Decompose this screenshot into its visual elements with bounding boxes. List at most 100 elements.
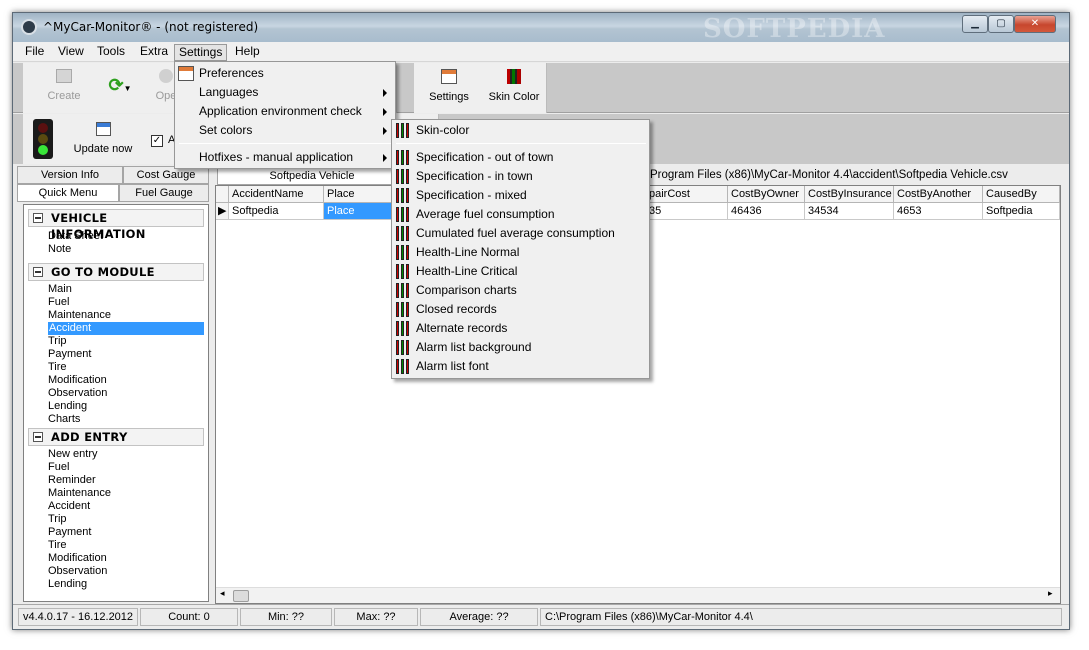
color-item[interactable]: Alarm list background <box>392 338 649 357</box>
nav-modification[interactable]: Modification <box>48 374 107 387</box>
tab-vehicle[interactable]: Softpedia Vehicle <box>217 167 407 185</box>
color-item[interactable]: Cumulated fuel average consumption <box>392 224 649 243</box>
tab-quick-menu[interactable]: Quick Menu <box>17 184 119 202</box>
menu-tools[interactable]: Tools <box>93 44 129 61</box>
column-header[interactable]: CostByInsurance <box>805 186 894 203</box>
menu-help[interactable]: Help <box>231 44 264 61</box>
color-item[interactable]: Alarm list font <box>392 357 649 376</box>
menu-item-set-colors[interactable]: Set colors <box>175 121 395 140</box>
add-tire[interactable]: Tire <box>48 539 67 552</box>
open-icon <box>159 69 173 83</box>
menu-settings[interactable]: Settings <box>174 44 228 61</box>
menu-extra[interactable]: Extra <box>136 44 172 61</box>
table-cell[interactable]: Softpedia <box>983 203 1060 220</box>
column-header[interactable]: CostByOwner <box>728 186 805 203</box>
nav-tire[interactable]: Tire <box>48 361 67 374</box>
table-cell[interactable]: Place <box>324 203 394 220</box>
update-now-button[interactable]: Update now <box>69 122 137 155</box>
table-cell[interactable]: Softpedia <box>229 203 324 220</box>
maximize-button[interactable]: ▢ <box>988 15 1014 33</box>
scroll-thumb[interactable] <box>233 590 249 602</box>
collapse-icon[interactable] <box>33 213 43 223</box>
add-payment[interactable]: Payment <box>48 526 91 539</box>
color-item[interactable]: Average fuel consumption <box>392 205 649 224</box>
section-vehicle-information[interactable]: VEHICLE INFORMATION <box>28 209 204 241</box>
add-reminder[interactable]: Reminder <box>48 474 96 487</box>
nav-data-sheet[interactable]: Data Sheet <box>48 230 103 243</box>
section-go-to-module[interactable]: GO TO MODULE <box>28 263 204 281</box>
menu-item-languages[interactable]: Languages <box>175 83 395 102</box>
tab-fuel-gauge[interactable]: Fuel Gauge <box>119 184 209 202</box>
settings-button[interactable]: Settings <box>423 69 475 103</box>
auto-update-checkbox[interactable]: ✓ <box>151 135 163 147</box>
nav-lending[interactable]: Lending <box>48 400 87 413</box>
add-lending[interactable]: Lending <box>48 578 87 591</box>
create-button[interactable]: Create <box>35 69 93 102</box>
table-cell[interactable]: 35 <box>646 203 728 220</box>
scroll-right-icon[interactable]: ▸ <box>1048 589 1053 599</box>
row-indicator[interactable]: ▶ <box>216 203 229 220</box>
nav-accident[interactable]: Accident <box>48 322 204 335</box>
color-item[interactable]: Specification - mixed <box>392 186 649 205</box>
column-header[interactable]: CostByAnother <box>894 186 983 203</box>
column-header[interactable]: Place <box>324 186 394 203</box>
menu-file[interactable]: File <box>21 44 48 61</box>
column-header[interactable]: AccidentName <box>229 186 324 203</box>
nav-trip[interactable]: Trip <box>48 335 67 348</box>
color-item-skin[interactable]: Skin-color <box>392 121 649 140</box>
section-add-entry[interactable]: ADD ENTRY <box>28 428 204 446</box>
add-observation[interactable]: Observation <box>48 565 107 578</box>
menu-item-preferences[interactable]: Preferences <box>175 64 395 83</box>
color-item[interactable]: Alternate records <box>392 319 649 338</box>
nav-maintenance[interactable]: Maintenance <box>48 309 111 322</box>
nav-note[interactable]: Note <box>48 243 71 256</box>
add-new-entry[interactable]: New entry <box>48 448 98 461</box>
status-version: v4.4.0.17 - 16.12.2012 <box>18 608 138 626</box>
skin-color-icon <box>396 226 410 241</box>
minimize-button[interactable]: ▁ <box>962 15 988 33</box>
status-bar: v4.4.0.17 - 16.12.2012 Count: 0 Min: ?? … <box>13 604 1069 629</box>
add-modification[interactable]: Modification <box>48 552 107 565</box>
add-fuel[interactable]: Fuel <box>48 461 69 474</box>
skin-color-icon <box>396 264 410 279</box>
color-item[interactable]: Specification - out of town <box>392 148 649 167</box>
add-maintenance[interactable]: Maintenance <box>48 487 111 500</box>
nav-observation[interactable]: Observation <box>48 387 107 400</box>
nav-fuel[interactable]: Fuel <box>48 296 69 309</box>
nav-payment[interactable]: Payment <box>48 348 91 361</box>
status-max: Max: ?? <box>334 608 418 626</box>
table-cell[interactable]: 4653 <box>894 203 983 220</box>
add-accident[interactable]: Accident <box>48 500 90 513</box>
table-cell[interactable]: 46436 <box>728 203 805 220</box>
nav-main[interactable]: Main <box>48 283 72 296</box>
app-icon[interactable] <box>21 19 37 35</box>
column-header[interactable]: pairCost <box>646 186 728 203</box>
color-item[interactable]: Comparison charts <box>392 281 649 300</box>
scroll-left-icon[interactable]: ◂ <box>220 589 225 599</box>
preferences-icon <box>178 66 194 81</box>
skin-color-button[interactable]: Skin Color <box>483 69 545 103</box>
title-bar[interactable]: ^MyCar-Monitor® - (not registered) SOFTP… <box>13 13 1069 44</box>
column-header[interactable]: CausedBy <box>983 186 1060 203</box>
status-count: Count: 0 <box>140 608 238 626</box>
submenu-arrow-icon <box>383 108 387 116</box>
nav-charts[interactable]: Charts <box>48 413 80 426</box>
add-trip[interactable]: Trip <box>48 513 67 526</box>
close-button[interactable]: ✕ <box>1014 15 1056 33</box>
table-cell[interactable]: 34534 <box>805 203 894 220</box>
color-item[interactable]: Closed records <box>392 300 649 319</box>
menu-item-environment-check[interactable]: Application environment check <box>175 102 395 121</box>
menu-item-hotfixes[interactable]: Hotfixes - manual application <box>175 148 395 167</box>
skin-color-icon <box>396 283 410 298</box>
color-item[interactable]: Specification - in town <box>392 167 649 186</box>
horizontal-scrollbar[interactable]: ◂ ▸ <box>216 587 1060 603</box>
collapse-icon[interactable] <box>33 432 43 442</box>
skin-color-icon <box>396 302 410 317</box>
collapse-icon[interactable] <box>33 267 43 277</box>
menu-view[interactable]: View <box>54 44 88 61</box>
tab-version-info[interactable]: Version Info <box>17 166 123 184</box>
refresh-button[interactable]: ⟳▼ <box>103 75 137 96</box>
color-item[interactable]: Health-Line Critical <box>392 262 649 281</box>
color-item[interactable]: Health-Line Normal <box>392 243 649 262</box>
skin-color-icon <box>396 321 410 336</box>
